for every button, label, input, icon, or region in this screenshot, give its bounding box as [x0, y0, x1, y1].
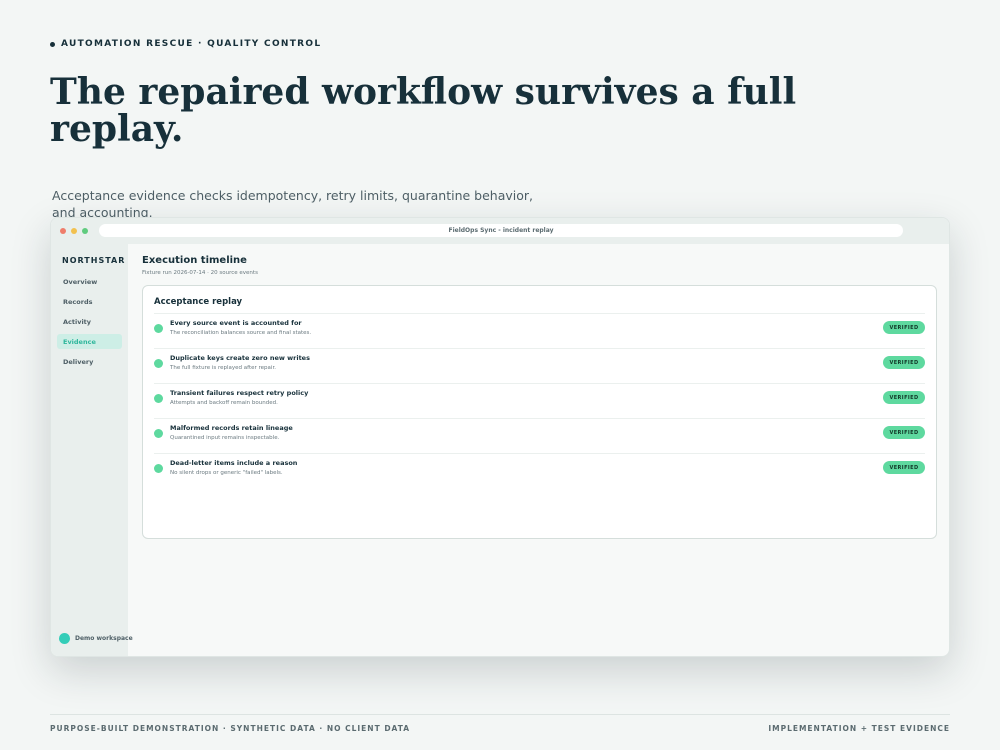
- status-dot-icon: [154, 464, 163, 473]
- sidebar-item-records[interactable]: Records: [57, 294, 122, 309]
- acceptance-card: Acceptance replay Every source event is …: [142, 285, 937, 539]
- list-item-description: The reconciliation balances source and f…: [170, 330, 312, 336]
- maximize-window-icon[interactable]: [82, 228, 88, 234]
- sidebar-item-evidence[interactable]: Evidence: [57, 334, 122, 349]
- list-item-description: No silent drops or generic "failed" labe…: [170, 470, 283, 476]
- sidebar-item-overview[interactable]: Overview: [57, 274, 122, 289]
- sidebar: NORTHSTAR Overview Records Activity Evid…: [51, 244, 133, 656]
- list-item-title: Transient failures respect retry policy: [170, 389, 309, 397]
- section-title: Execution timeline: [142, 255, 247, 266]
- status-badge: VERIFIED: [883, 426, 925, 439]
- main-content: Execution timeline Fixture run 2026-07-1…: [142, 255, 937, 539]
- list-item: Every source event is accounted for The …: [154, 313, 925, 348]
- close-window-icon[interactable]: [60, 228, 66, 234]
- list-item: Duplicate keys create zero new writes Th…: [154, 348, 925, 383]
- workspace-label: Demo workspace: [75, 635, 133, 642]
- status-badge: VERIFIED: [883, 356, 925, 369]
- footer-section-label: IMPLEMENTATION + TEST EVIDENCE: [768, 724, 950, 733]
- brand-logo: NORTHSTAR: [62, 256, 126, 265]
- status-dot-icon: [154, 324, 163, 333]
- status-dot-icon: [154, 359, 163, 368]
- workspace-avatar: [59, 633, 70, 644]
- status-badge: VERIFIED: [883, 391, 925, 404]
- status-badge: VERIFIED: [883, 321, 925, 334]
- list-item: Dead-letter items include a reason No si…: [154, 453, 925, 488]
- list-item: Malformed records retain lineage Quarant…: [154, 418, 925, 453]
- list-item-description: The full fixture is replayed after repai…: [170, 365, 276, 371]
- sidebar-nav: Overview Records Activity Evidence Deliv…: [57, 274, 122, 374]
- list-item: Transient failures respect retry policy …: [154, 383, 925, 418]
- page-headline: The repaired workflow survives a full re…: [50, 71, 797, 150]
- app-window: FieldOps Sync - incident replay NORTHSTA…: [50, 217, 950, 657]
- minimize-window-icon[interactable]: [71, 228, 77, 234]
- list-item-title: Dead-letter items include a reason: [170, 459, 298, 467]
- workspace-switcher[interactable]: Demo workspace: [59, 633, 133, 644]
- window-titlebar: FieldOps Sync - incident replay: [51, 218, 949, 244]
- page-lede: Acceptance evidence checks idempotency, …: [52, 188, 533, 220]
- section-subtitle: Fixture run 2026-07-14 · 20 source event…: [142, 270, 258, 276]
- list-item-title: Duplicate keys create zero new writes: [170, 354, 310, 362]
- list-item-title: Malformed records retain lineage: [170, 424, 293, 432]
- list-item-description: Attempts and backoff remain bounded.: [170, 400, 278, 406]
- sidebar-item-activity[interactable]: Activity: [57, 314, 122, 329]
- footer-divider: [50, 714, 950, 715]
- eyebrow: AUTOMATION RESCUE · QUALITY CONTROL: [50, 39, 321, 49]
- address-bar[interactable]: FieldOps Sync - incident replay: [99, 224, 903, 237]
- card-title: Acceptance replay: [154, 297, 243, 307]
- status-dot-icon: [154, 394, 163, 403]
- acceptance-list: Every source event is accounted for The …: [154, 313, 925, 488]
- footer-disclaimer: PURPOSE-BUILT DEMONSTRATION · SYNTHETIC …: [50, 724, 411, 733]
- sidebar-item-delivery[interactable]: Delivery: [57, 354, 122, 369]
- status-dot-icon: [154, 429, 163, 438]
- status-badge: VERIFIED: [883, 461, 925, 474]
- list-item-title: Every source event is accounted for: [170, 319, 302, 327]
- list-item-description: Quarantined input remains inspectable.: [170, 435, 280, 441]
- bullet-dot-icon: [50, 41, 55, 47]
- eyebrow-text: AUTOMATION RESCUE · QUALITY CONTROL: [61, 39, 322, 49]
